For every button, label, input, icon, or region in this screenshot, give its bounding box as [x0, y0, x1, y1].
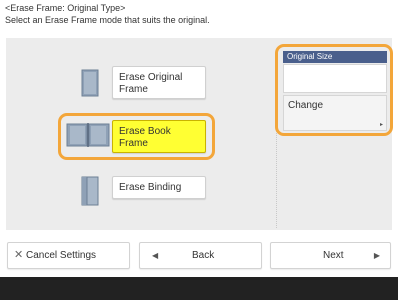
cancel-settings-label: Cancel Settings	[26, 250, 97, 261]
close-icon: ✕	[14, 249, 24, 261]
change-original-size-button[interactable]: Change ▸	[283, 95, 387, 131]
back-label: Back	[192, 250, 215, 261]
status-bar	[0, 277, 398, 300]
next-arrow-icon: ▶	[373, 251, 380, 260]
screen-title: <Erase Frame: Original Type>	[5, 3, 126, 13]
corner-arrow-icon: ▸	[379, 122, 383, 128]
back-arrow-icon: ◀	[152, 251, 159, 260]
erase-original-frame-label-line2: Frame	[119, 84, 148, 95]
header: <Erase Frame: Original Type> Select an E…	[5, 2, 210, 26]
erase-original-frame-label-line1: Erase Original	[119, 72, 183, 83]
change-label: Change	[288, 100, 324, 111]
binding-page-icon	[80, 176, 100, 211]
screen-instruction: Select an Erase Frame mode that suits th…	[5, 15, 210, 25]
open-book-icon	[66, 122, 110, 153]
original-size-title: Original Size	[283, 51, 387, 63]
single-page-icon	[80, 69, 100, 102]
next-label: Next	[323, 250, 344, 261]
erase-book-frame-label-line1: Erase Book	[119, 126, 171, 137]
erase-binding-button[interactable]: Erase Binding	[112, 176, 206, 199]
erase-original-frame-button[interactable]: Erase Original Frame	[112, 66, 206, 99]
erase-book-frame-label-line2: Frame	[119, 138, 148, 149]
back-button[interactable]: ◀ Back	[139, 242, 262, 269]
erase-binding-label: Erase Binding	[119, 182, 182, 193]
original-size-value	[283, 64, 387, 93]
next-button[interactable]: Next ▶	[270, 242, 391, 269]
cancel-settings-button[interactable]: ✕ Cancel Settings	[7, 242, 130, 269]
erase-book-frame-button[interactable]: Erase Book Frame	[112, 120, 206, 153]
